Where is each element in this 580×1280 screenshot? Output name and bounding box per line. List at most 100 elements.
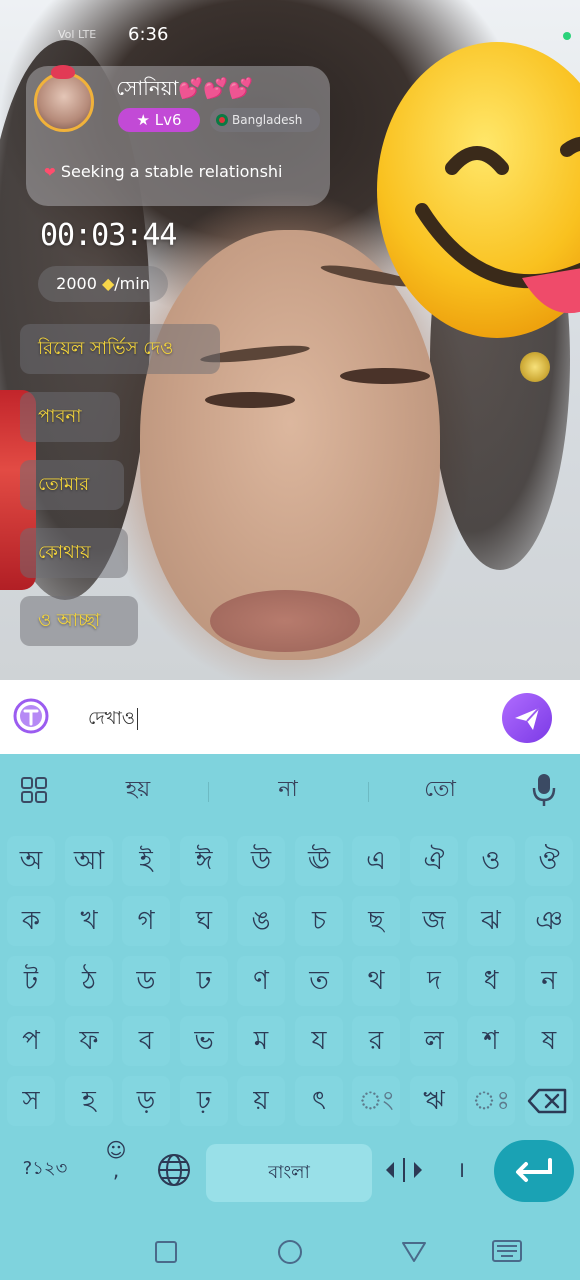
key[interactable]: শ [467,1016,515,1066]
key[interactable]: ন [525,956,573,1006]
host-name: সোনিয়া💕💕💕 [116,74,253,107]
key[interactable]: থ [352,956,400,1006]
key[interactable]: দ [410,956,458,1006]
key[interactable]: ঞ [525,896,573,946]
key[interactable]: ভ [180,1016,228,1066]
backspace-key[interactable] [525,1076,573,1126]
level-badge: ★ Lv6 [118,108,200,132]
host-bio: ❤ Seeking a stable relationshi [44,162,314,181]
key[interactable]: অ [7,836,55,886]
message-input-bar: দেখাও [0,680,580,754]
earring [520,352,550,382]
key[interactable]: ং [352,1076,400,1126]
key[interactable]: ৎ [295,1076,343,1126]
key[interactable]: ছ [352,896,400,946]
key[interactable]: এ [352,836,400,886]
key[interactable]: ড [122,956,170,1006]
suggestion-word[interactable]: তো [370,772,510,809]
key[interactable]: ব [122,1016,170,1066]
keyboard: হয় না তো অ আ ই ঈ উ ঊ এ ঐ ও ঔ ক খ গ ঘ ঙ … [0,754,580,1224]
message-input-value: দেখাও [88,708,136,729]
key[interactable]: চ [295,896,343,946]
chat-message: কোথায় [20,528,128,578]
bangladesh-flag-icon [216,114,228,126]
emoji-comma-key[interactable]: ☺ , [96,1140,136,1190]
key[interactable]: ঙ [237,896,285,946]
key[interactable]: স [7,1076,55,1126]
globe-icon[interactable] [156,1152,192,1188]
key[interactable]: ড় [122,1076,170,1126]
key[interactable]: ঊ [295,836,343,886]
send-button[interactable] [502,693,552,743]
key[interactable]: ঋ [410,1076,458,1126]
key[interactable]: ধ [467,956,515,1006]
chat-message: পাবনা [20,392,120,442]
diamond-icon: ◆ [101,274,115,293]
key[interactable]: ফ [65,1016,113,1066]
home-icon[interactable] [277,1239,303,1265]
video-lips [210,590,360,652]
heart-icon: ❤ [44,165,56,181]
key[interactable]: হ [65,1076,113,1126]
level-text: Lv6 [154,111,182,129]
microphone-icon[interactable] [530,772,558,808]
send-icon [515,707,540,730]
key[interactable]: ঘ [180,896,228,946]
key[interactable]: ঈ [180,836,228,886]
rate-unit: /min [114,274,150,293]
back-icon[interactable] [401,1240,427,1264]
chat-message: ও আচ্ছা [20,596,138,646]
cursor-move-icon[interactable] [384,1154,424,1186]
key[interactable]: ঔ [525,836,573,886]
translate-icon[interactable] [12,697,50,735]
key[interactable]: ঠ [65,956,113,1006]
emoji-icon: ☺ [105,1138,127,1162]
key[interactable]: ঃ [467,1076,515,1126]
key[interactable]: ঢ [180,956,228,1006]
recent-apps-icon[interactable] [154,1240,178,1264]
key[interactable]: জ [410,896,458,946]
key[interactable]: ও [467,836,515,886]
key[interactable]: ট [7,956,55,1006]
key[interactable]: উ [237,836,285,886]
period-key[interactable]: । [446,1146,476,1196]
backspace-icon [527,1088,567,1114]
enter-key[interactable] [494,1140,574,1202]
key[interactable]: ই [122,836,170,886]
message-input[interactable]: দেখাও [88,704,139,735]
key[interactable]: ষ [525,1016,573,1066]
call-rate: 2000 ◆/min [38,266,168,302]
key[interactable]: প [7,1016,55,1066]
key[interactable]: ক [7,896,55,946]
comma-key-label: , [112,1158,120,1182]
enter-icon [516,1158,552,1182]
chat-message: তোমার [20,460,124,510]
key[interactable]: ত [295,956,343,1006]
host-profile-card[interactable]: সোনিয়া💕💕💕 ★ Lv6 Bangladesh ❤ Seeking a … [26,65,330,206]
chat-message: রিয়েল সার্ভিস দেও [20,324,220,374]
video-eye [340,368,430,384]
symbols-key[interactable]: ?১২৩ [10,1144,80,1194]
space-key[interactable]: বাংলা [206,1144,372,1202]
suggestion-word[interactable]: হয় [68,772,208,809]
key[interactable]: র [352,1016,400,1066]
call-timer: 00:03:44 [40,218,177,253]
keyboard-hide-icon[interactable] [492,1240,522,1262]
key[interactable]: ম [237,1016,285,1066]
key[interactable]: খ [65,896,113,946]
key[interactable]: ণ [237,956,285,1006]
key[interactable]: আ [65,836,113,886]
video-eye [205,392,295,408]
key[interactable]: য [295,1016,343,1066]
country-text: Bangladesh [232,113,303,127]
key[interactable]: ঝ [467,896,515,946]
key[interactable]: য় [237,1076,285,1126]
key[interactable]: ল [410,1016,458,1066]
apps-grid-icon[interactable] [20,776,48,804]
video-stream: Vol LTE 6:36 সোনিয়া💕💕💕 ★ Lv6 Bangladesh… [0,0,580,680]
key[interactable]: ঐ [410,836,458,886]
suggestion-word[interactable]: না [218,772,358,809]
key[interactable]: ঢ় [180,1076,228,1126]
key[interactable]: গ [122,896,170,946]
host-avatar[interactable] [34,65,94,132]
